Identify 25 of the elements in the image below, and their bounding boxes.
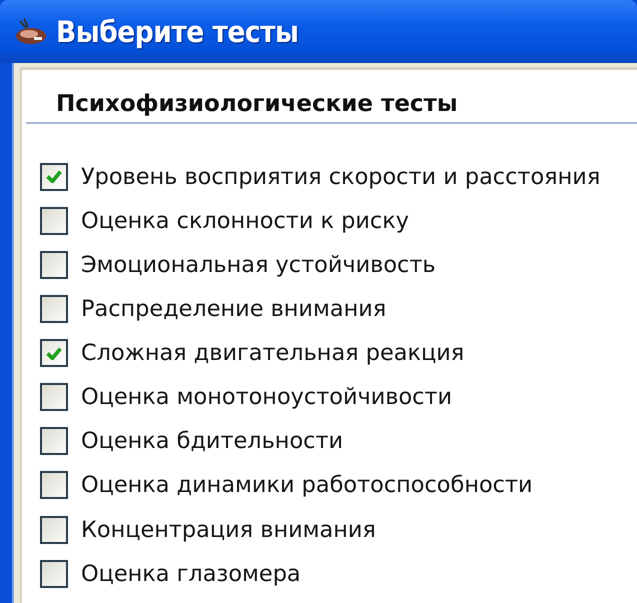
- check-icon: [46, 346, 62, 360]
- checkbox[interactable]: [40, 250, 68, 279]
- checkbox[interactable]: [40, 516, 68, 544]
- test-label[interactable]: Сложная двигательная реакция: [81, 340, 464, 366]
- checkbox[interactable]: [40, 560, 68, 588]
- app-icon: [14, 16, 48, 46]
- test-label[interactable]: Концентрация внимания: [81, 516, 376, 542]
- section-title: Психофизиологические тесты: [56, 91, 458, 117]
- check-icon: [46, 170, 62, 184]
- test-label[interactable]: Уровень восприятия скорости и расстояния: [81, 164, 600, 190]
- checkbox[interactable]: [40, 162, 68, 191]
- test-label[interactable]: Оценка склонности к риску: [81, 208, 409, 234]
- checkbox[interactable]: [40, 339, 68, 368]
- test-label[interactable]: Оценка глазомера: [81, 560, 301, 587]
- window-title: Выберите тесты: [56, 14, 298, 48]
- checkbox[interactable]: [40, 471, 68, 500]
- test-label[interactable]: Оценка бдительности: [81, 428, 344, 454]
- checkbox[interactable]: [40, 295, 68, 324]
- checkbox[interactable]: [40, 427, 68, 456]
- checkbox[interactable]: [40, 206, 68, 235]
- test-label[interactable]: Оценка монотоноустойчивости: [81, 384, 452, 410]
- test-label[interactable]: Распределение внимания: [81, 296, 386, 322]
- checkbox[interactable]: [40, 383, 68, 412]
- test-label[interactable]: Оценка динамики работоспособности: [81, 472, 533, 498]
- test-label[interactable]: Эмоциональная устойчивость: [81, 252, 436, 278]
